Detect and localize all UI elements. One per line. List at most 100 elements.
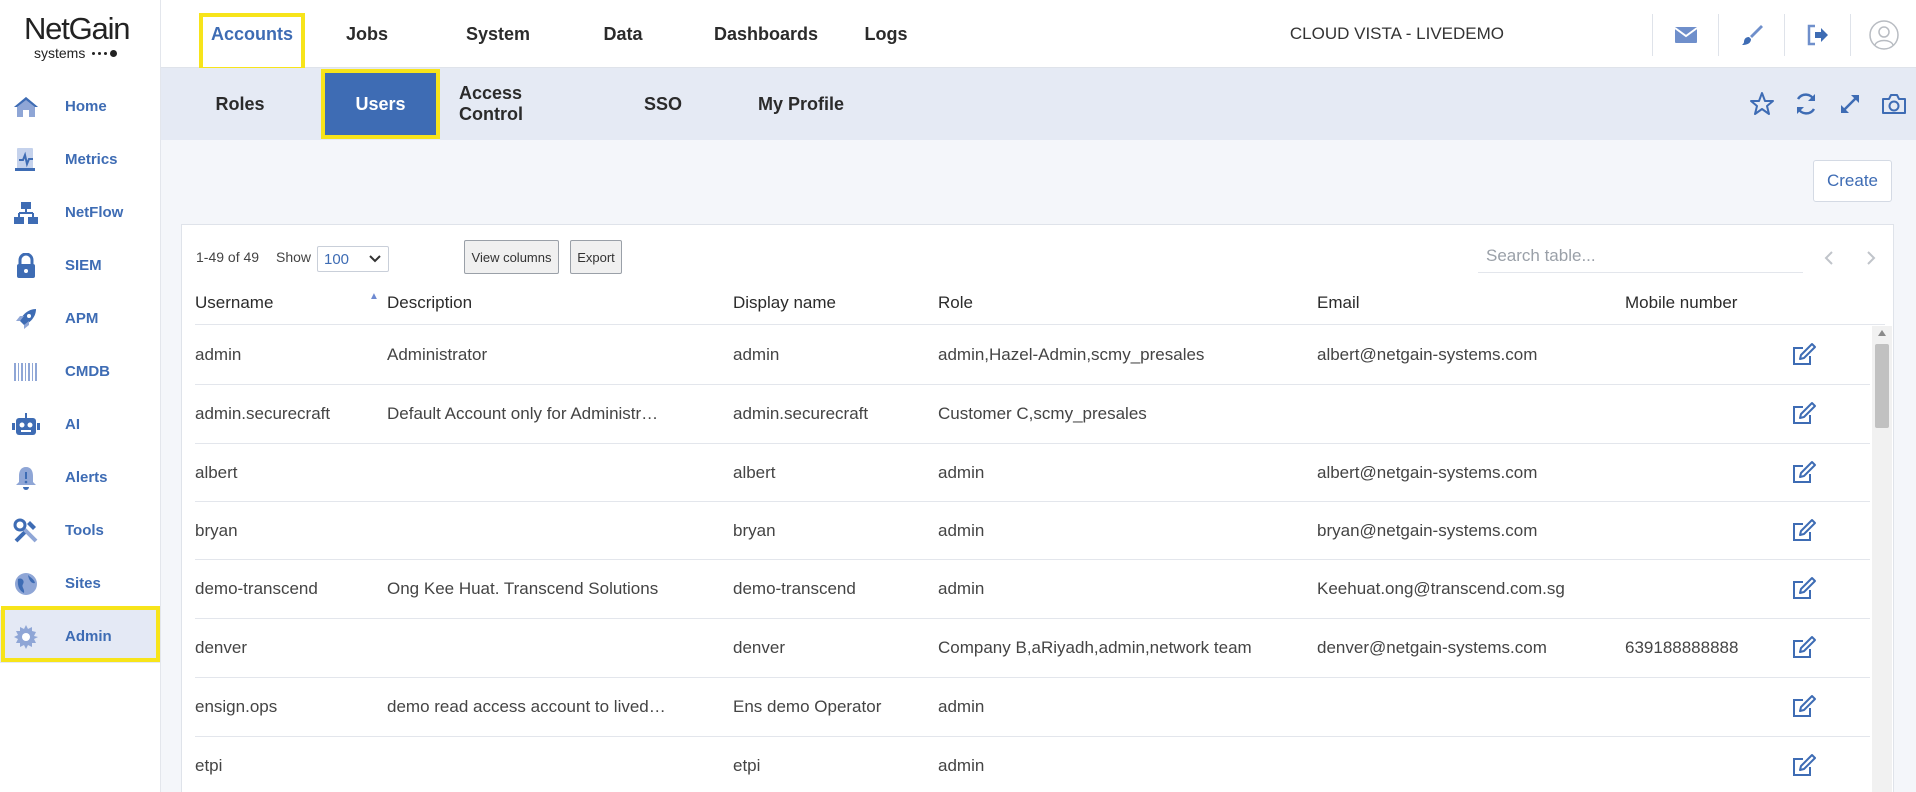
sidebar-item-apm[interactable]: APM <box>0 292 160 345</box>
sidebar-item-home[interactable]: Home <box>0 80 160 133</box>
cell-username: albert <box>195 462 238 482</box>
search-input[interactable]: Search table... <box>1478 239 1803 273</box>
sort-asc-icon[interactable]: ▲ <box>369 291 379 302</box>
table-body: admin Administrator admin admin,Hazel-Ad… <box>195 326 1870 792</box>
brush-icon[interactable] <box>1718 14 1784 56</box>
sidebar-item-label: Home <box>65 98 107 115</box>
camera-icon[interactable] <box>1872 88 1916 120</box>
create-button[interactable]: Create <box>1813 160 1892 202</box>
edit-icon[interactable] <box>1791 342 1817 368</box>
prev-page-icon[interactable] <box>1819 247 1839 269</box>
sidebar-item-metrics[interactable]: Metrics <box>0 133 160 186</box>
cell-display-name: etpi <box>733 756 761 775</box>
cell-username: ensign.ops <box>195 697 278 716</box>
brand-sub: systems <box>34 46 134 60</box>
bell-icon <box>12 464 40 492</box>
topnav-data[interactable]: Data <box>591 0 655 68</box>
column-header-role[interactable]: Role <box>938 293 973 313</box>
table-row[interactable]: etpi etpi admin <box>195 737 1870 792</box>
chevron-down-icon <box>368 252 382 270</box>
sidebar-item-label: AI <box>65 416 80 433</box>
table-row[interactable]: albert albert admin albert@netgain-syste… <box>195 444 1870 502</box>
sidebar-item-cmdb[interactable]: CMDB <box>0 345 160 398</box>
star-icon[interactable] <box>1740 88 1784 120</box>
sidebar-item-ai[interactable]: AI <box>0 398 160 451</box>
sidebar-item-label: CMDB <box>65 363 110 380</box>
page-size-value: 100 <box>324 250 350 268</box>
topnav-dashboards[interactable]: Dashboards <box>691 0 841 68</box>
edit-icon[interactable] <box>1791 401 1817 427</box>
topnav-logs[interactable]: Logs <box>846 0 926 68</box>
topnav-system[interactable]: System <box>451 0 545 68</box>
cell-username: demo-transcend <box>195 579 318 598</box>
sidebar-item-netflow[interactable]: NetFlow <box>0 186 160 239</box>
lock-icon <box>12 252 40 280</box>
brand-sub-text: systems <box>34 45 86 61</box>
brand-logo[interactable]: NetGain systems <box>24 12 134 68</box>
view-columns-button[interactable]: View columns <box>464 240 559 274</box>
column-header-display-name[interactable]: Display name <box>733 293 836 313</box>
mail-icon[interactable] <box>1652 14 1718 56</box>
tab-my-profile[interactable]: My Profile <box>747 68 855 140</box>
next-page-icon[interactable] <box>1861 247 1881 269</box>
cell-role: Company B,aRiyadh,admin,network team <box>938 638 1252 657</box>
sidebar-item-sites[interactable]: Sites <box>0 557 160 610</box>
scroll-up-icon[interactable] <box>1878 330 1886 336</box>
cell-role: Customer C,scmy_presales <box>938 404 1147 423</box>
record-count: 1-49 of 49 <box>196 249 260 265</box>
scrollbar-thumb[interactable] <box>1875 344 1889 428</box>
cell-display-name: denver <box>733 638 785 657</box>
table-toolbar: 1-49 of 49 Show 100 View columns Export … <box>182 225 1893 283</box>
column-header-email[interactable]: Email <box>1317 293 1360 313</box>
cell-role: admin <box>938 697 985 716</box>
table-row[interactable]: bryan bryan admin bryan@netgain-systems.… <box>195 502 1870 560</box>
cell-username: denver <box>195 638 247 657</box>
robot-icon <box>12 411 40 439</box>
sidebar-item-siem[interactable]: SIEM <box>0 239 160 292</box>
sidebar-item-tools[interactable]: Tools <box>0 504 160 557</box>
cell-display-name: admin <box>733 345 780 364</box>
page-size-select[interactable]: 100 <box>317 246 389 272</box>
cell-description: Administrator <box>387 345 488 364</box>
cell-email: Keehuat.ong@transcend.com.sg <box>1317 579 1565 598</box>
brand-name: NetGain <box>24 11 131 46</box>
cell-display-name: demo-transcend <box>733 579 856 598</box>
table-row[interactable]: admin Administrator admin admin,Hazel-Ad… <box>195 326 1870 385</box>
sidebar: NetGain systems Home Metrics NetFlow SIE… <box>0 0 161 792</box>
sidebar-item-label: Sites <box>65 575 101 592</box>
column-header-username[interactable]: Username <box>195 293 273 313</box>
export-button[interactable]: Export <box>570 240 622 274</box>
refresh-icon[interactable] <box>1784 88 1828 120</box>
cell-display-name: admin.securecraft <box>733 404 869 423</box>
edit-icon[interactable] <box>1791 576 1817 602</box>
home-icon <box>12 93 40 121</box>
sidebar-item-alerts[interactable]: Alerts <box>0 451 160 504</box>
edit-icon[interactable] <box>1791 518 1817 544</box>
cell-role: admin <box>938 520 985 540</box>
table-row[interactable]: demo-transcend Ong Kee Huat. Transcend S… <box>195 560 1870 619</box>
logout-icon[interactable] <box>1784 14 1850 56</box>
tab-access-control[interactable]: Access Control <box>459 68 591 140</box>
table-row[interactable]: admin.securecraft Default Account only f… <box>195 385 1870 444</box>
table-row[interactable]: ensign.ops demo read access account to l… <box>195 678 1870 737</box>
tab-roles[interactable]: Roles <box>196 68 284 140</box>
tab-sso[interactable]: SSO <box>631 68 695 140</box>
user-avatar-icon[interactable] <box>1850 14 1916 56</box>
column-header-mobile[interactable]: Mobile number <box>1625 293 1737 313</box>
metrics-icon <box>12 146 40 174</box>
sidebar-item-label: SIEM <box>65 257 102 274</box>
table-scrollbar[interactable] <box>1872 326 1892 792</box>
edit-icon[interactable] <box>1791 753 1817 779</box>
users-table-panel: 1-49 of 49 Show 100 View columns Export … <box>181 224 1894 792</box>
cell-role: admin,Hazel-Admin,scmy_presales <box>938 345 1205 364</box>
edit-icon[interactable] <box>1791 694 1817 720</box>
expand-icon[interactable] <box>1828 88 1872 120</box>
edit-icon[interactable] <box>1791 460 1817 486</box>
cell-username: bryan <box>195 520 238 540</box>
cell-description: demo read access account to lived… <box>387 697 666 716</box>
edit-icon[interactable] <box>1791 635 1817 661</box>
main-content: Create 1-49 of 49 Show 100 View columns … <box>161 140 1916 792</box>
table-row[interactable]: denver denver Company B,aRiyadh,admin,ne… <box>195 619 1870 678</box>
topnav-jobs[interactable]: Jobs <box>331 0 403 68</box>
column-header-description[interactable]: Description <box>387 293 472 313</box>
